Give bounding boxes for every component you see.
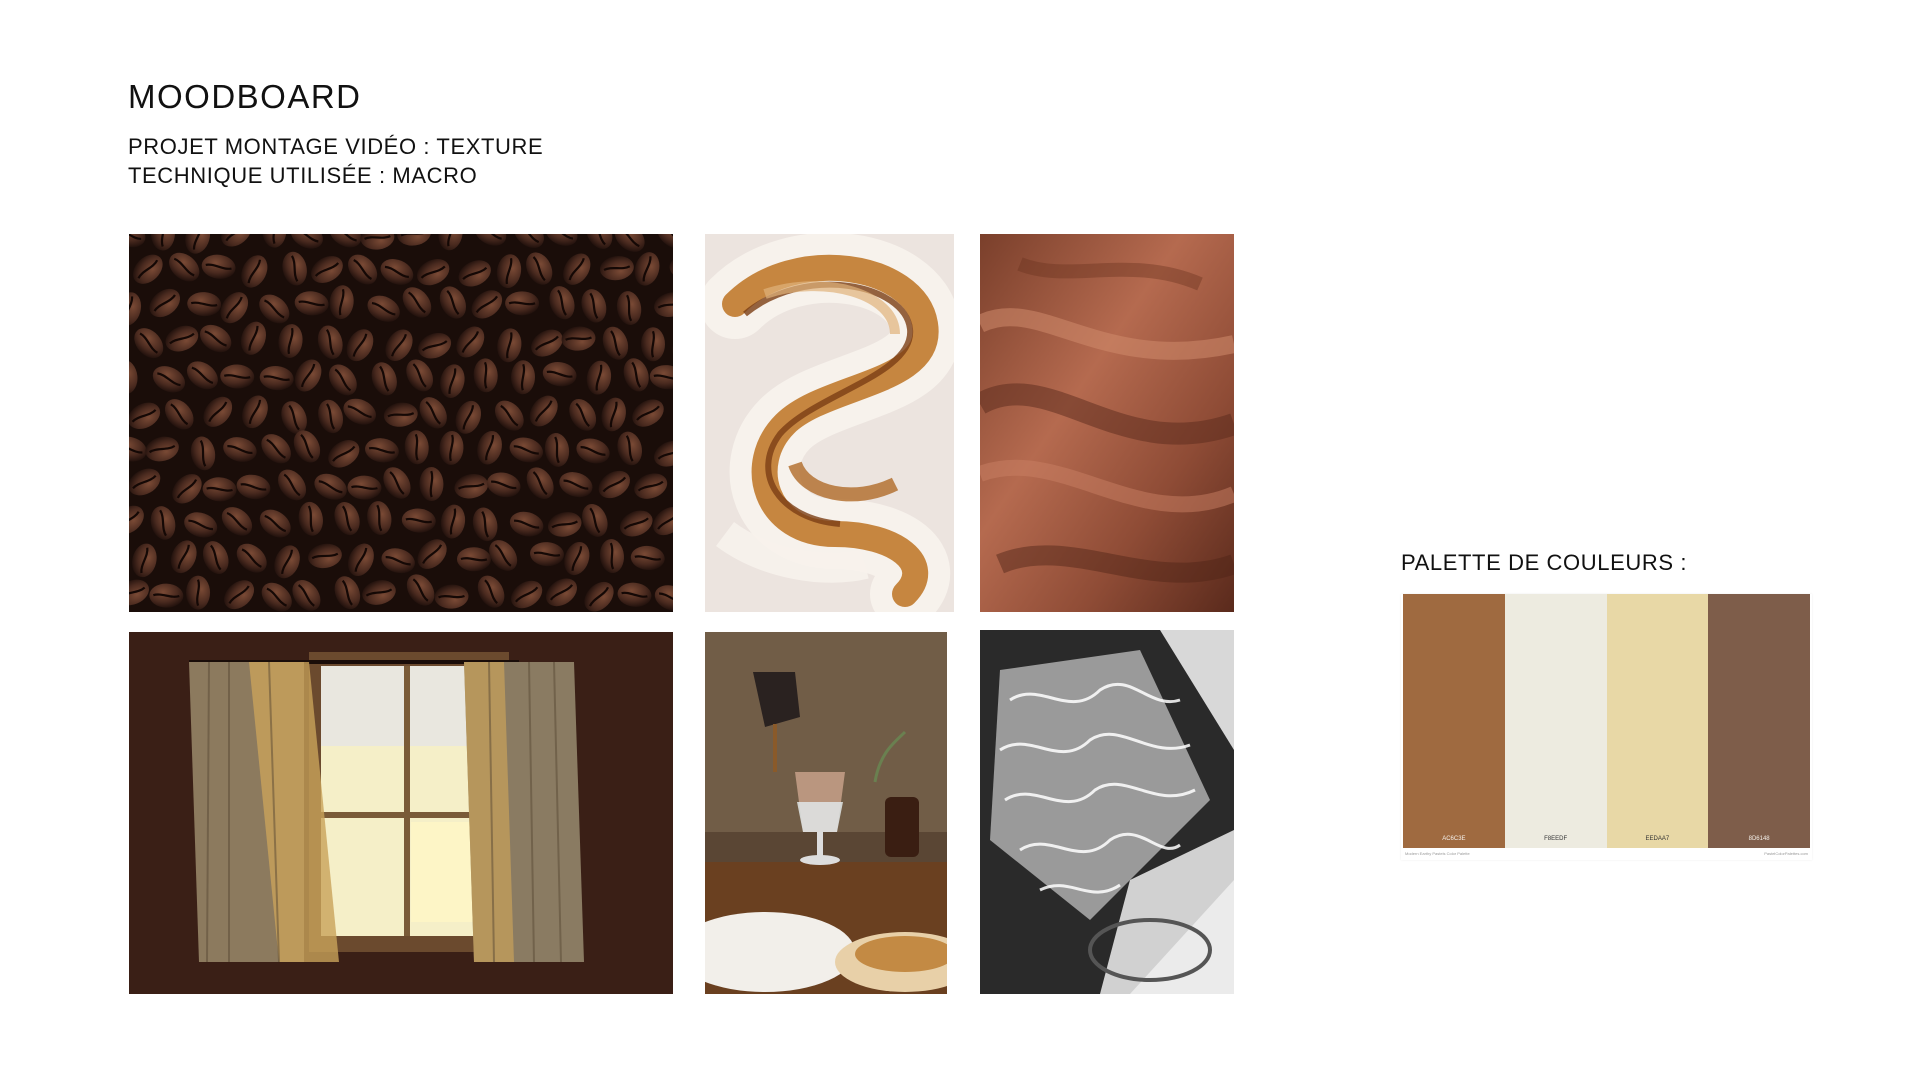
photo-water-caustics (980, 630, 1234, 994)
swatch-1: AC6C3E (1403, 594, 1505, 848)
swatch-4-hex: 8D6148 (1748, 836, 1770, 842)
palette-footer-right: PastelColorPalettes.com (1764, 851, 1808, 856)
color-palette-card: AC6C3E F8EEDF EEDAA7 8D6148 Modern Earth… (1401, 594, 1812, 860)
coffee-bean (641, 327, 666, 362)
photo-coffee-beans (129, 234, 673, 612)
photo-brown-satin (980, 234, 1234, 612)
palette-title: PALETTE DE COULEURS : (1401, 550, 1688, 575)
photo-curtained-window (129, 632, 673, 994)
swatch-1-hex: AC6C3E (1442, 836, 1466, 842)
palette-footer: Modern Earthy Pastels Color Palette Past… (1405, 851, 1808, 856)
palette-swatches: AC6C3E F8EEDF EEDAA7 8D6148 (1403, 594, 1810, 848)
technique-subtitle: TECHNIQUE UTILISÉE : MACRO (128, 163, 478, 188)
palette-footer-left: Modern Earthy Pastels Color Palette (1405, 851, 1470, 856)
page-title: MOODBOARD (128, 78, 362, 115)
swatch-4: 8D6148 (1708, 594, 1810, 848)
swatch-2-hex: F8EEDF (1544, 836, 1568, 842)
swatch-2: F8EEDF (1504, 594, 1607, 848)
swatch-3-hex: EEDAA7 (1645, 836, 1670, 842)
swatch-3: EEDAA7 (1606, 594, 1709, 848)
photo-iced-coffee (705, 632, 947, 994)
coffee-bean (186, 575, 211, 610)
photo-latte-swirl (705, 234, 954, 612)
project-subtitle: PROJET MONTAGE VIDÉO : TEXTURE (128, 134, 544, 159)
coffee-bean (505, 291, 540, 316)
